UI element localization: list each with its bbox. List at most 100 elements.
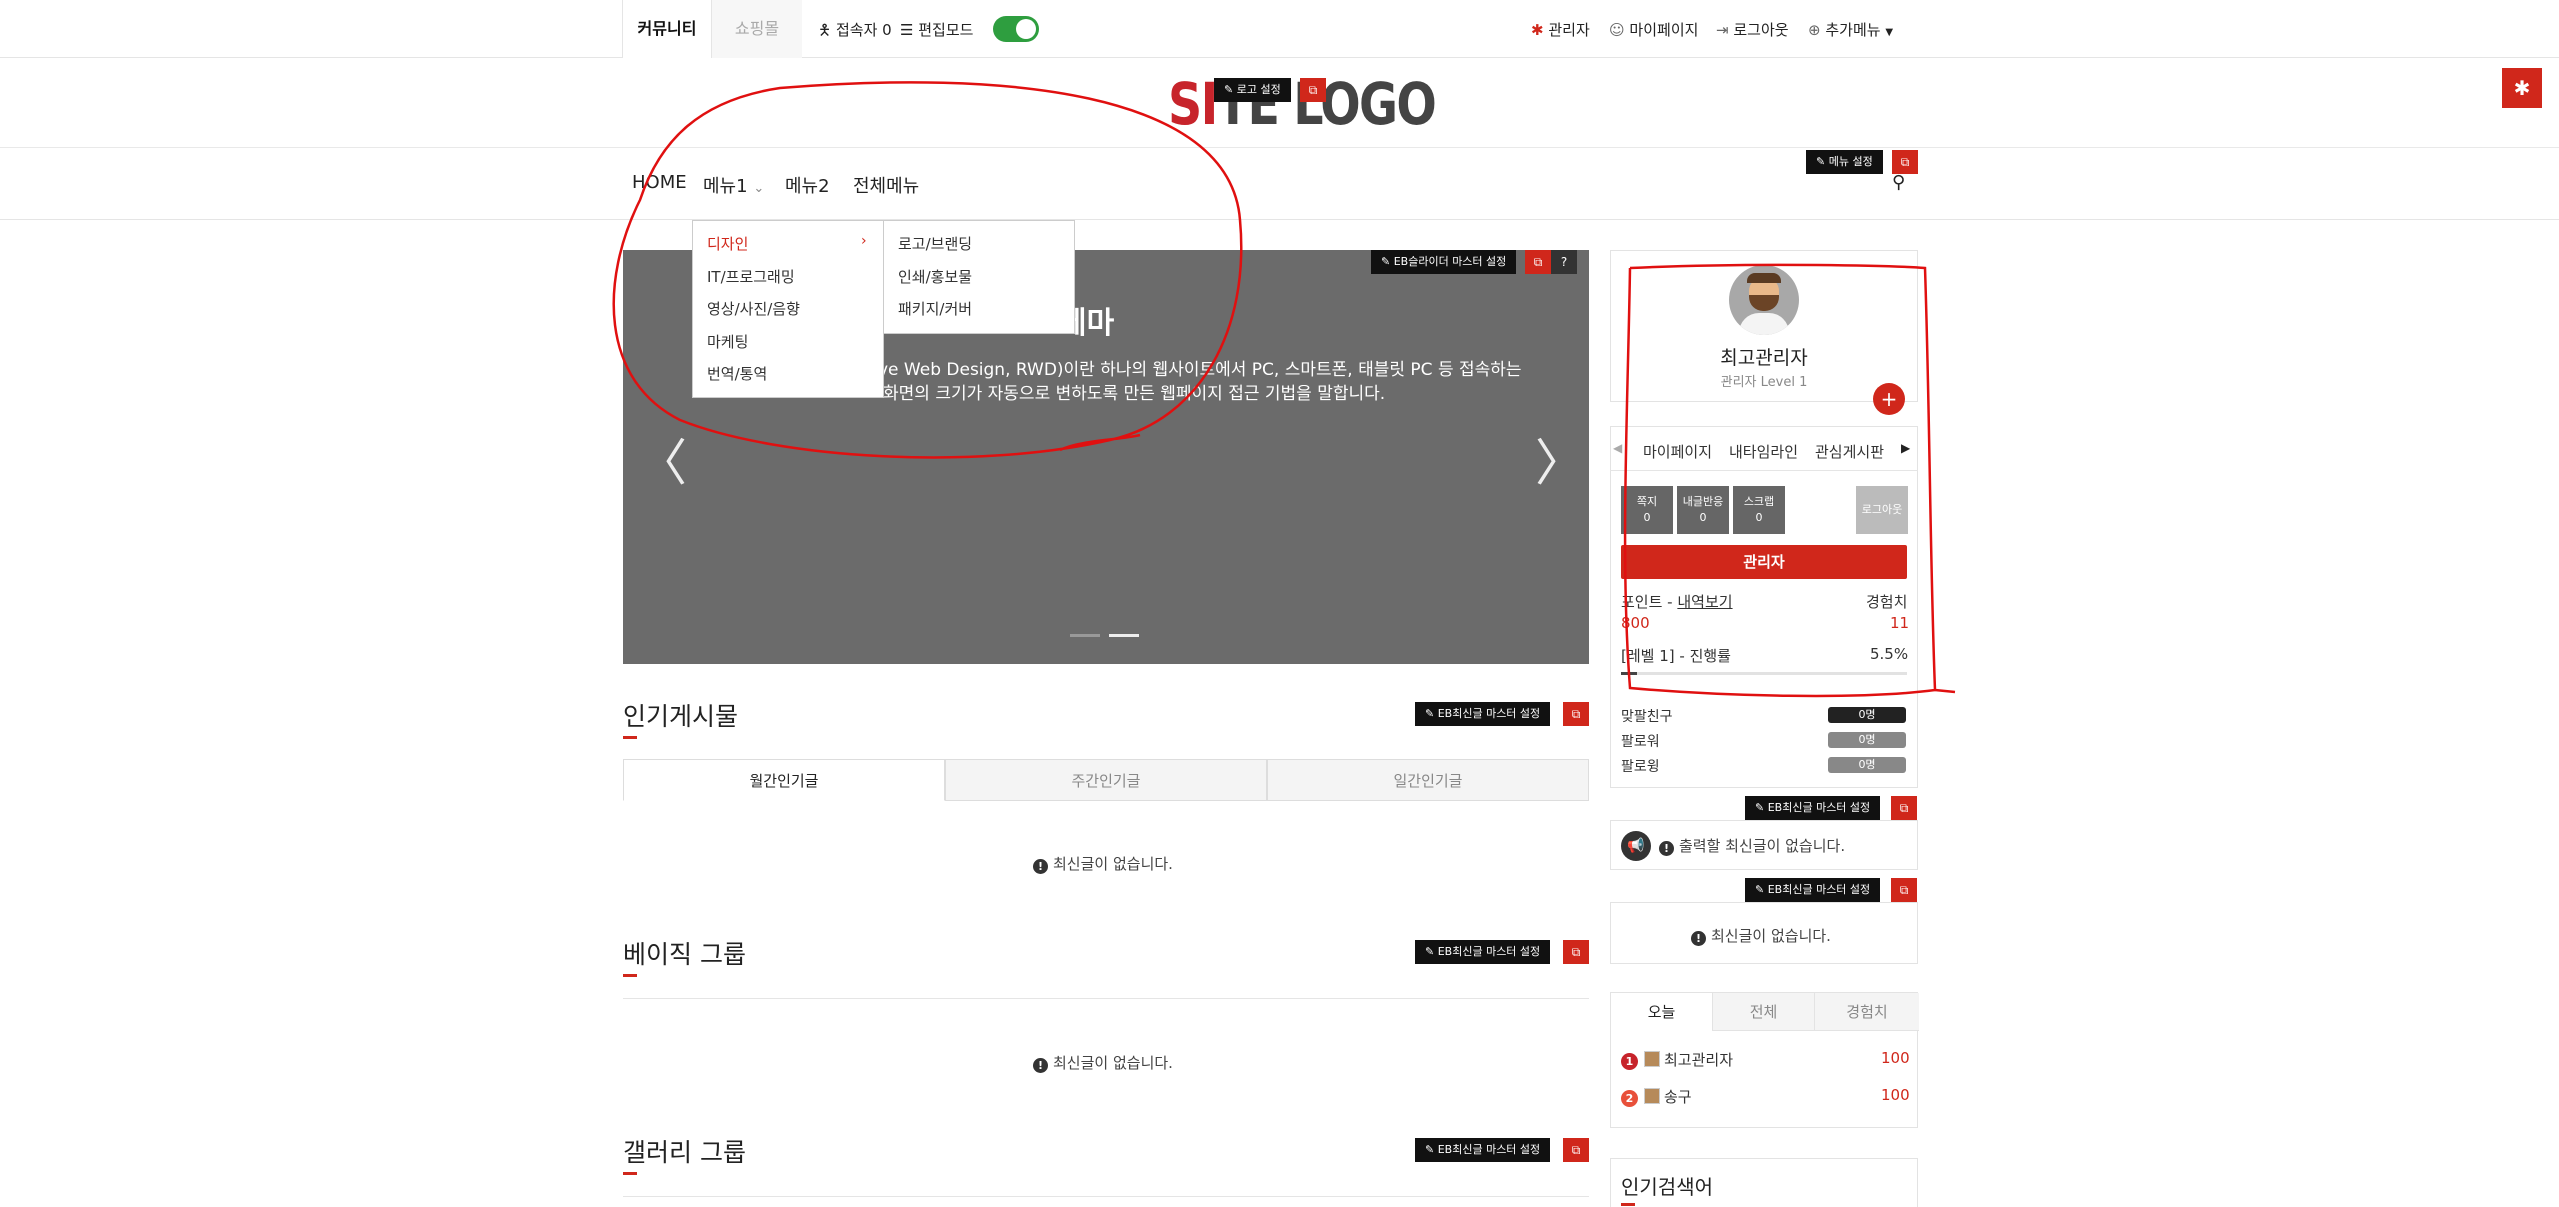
admin-link[interactable]: ✱ 관리자 xyxy=(1531,19,1590,40)
logout-button[interactable]: 로그아웃 xyxy=(1856,486,1908,534)
user-avatar-icon xyxy=(1644,1051,1660,1067)
chevron-right-icon: › xyxy=(861,233,867,249)
side-empty-message: ! 최신글이 없습니다. xyxy=(1691,925,1831,946)
submenu-item-package[interactable]: 패키지/커버 xyxy=(898,298,972,319)
menu1-dropdown: 디자인 › IT/프로그래밍 영상/사진/음향 마케팅 번역/통역 xyxy=(692,220,884,398)
help-icon[interactable]: ? xyxy=(1551,250,1577,274)
slider-next-arrow[interactable]: 〉 xyxy=(1535,438,1585,488)
mypage-link[interactable]: ☺ 마이페이지 xyxy=(1609,19,1698,40)
sliders-icon: ☰ xyxy=(900,21,914,39)
chevron-down-icon: ⌄ xyxy=(753,181,765,196)
search-icon[interactable]: ⚲ xyxy=(1892,172,1905,193)
rank-tab-today[interactable]: 오늘 xyxy=(1611,993,1713,1031)
external-link-icon[interactable]: ⧉ xyxy=(1563,1138,1589,1162)
more-menu[interactable]: ⊕ 추가메뉴 ▼ xyxy=(1808,19,1893,40)
profile-tab-timeline[interactable]: 내타임라인 xyxy=(1729,441,1798,462)
caret-left-icon[interactable]: ◀ xyxy=(1613,441,1622,455)
progress-bar-fill xyxy=(1621,672,1637,675)
dropdown-item-it[interactable]: IT/프로그래밍 xyxy=(707,266,795,287)
stat-reaction[interactable]: 내글반응 0 xyxy=(1677,486,1729,534)
logo-text-end: OGO xyxy=(1320,70,1437,138)
settings-gear-button[interactable]: ✱ xyxy=(2502,68,2542,108)
dropdown-item-translation[interactable]: 번역/통역 xyxy=(707,363,767,384)
popular-search-box: 인기검색어 xyxy=(1610,1158,1918,1207)
external-link-icon[interactable]: ⧉ xyxy=(1525,250,1551,274)
admin-button[interactable]: 관리자 xyxy=(1621,545,1907,579)
slider-setting-button[interactable]: ✎ EB슬라이더 마스터 설정 xyxy=(1371,250,1517,274)
user-avatar-icon xyxy=(1644,1088,1660,1104)
following-count: 0명 xyxy=(1828,757,1906,773)
tab-community[interactable]: 커뮤니티 xyxy=(622,0,712,58)
nav-menu2[interactable]: 메뉴2 xyxy=(785,172,830,198)
rank-badge: 2 xyxy=(1621,1090,1638,1107)
section-accent-bar xyxy=(623,1172,637,1175)
popular-posts-title: 인기게시물 xyxy=(623,702,739,731)
tab-shop[interactable]: 쇼핑몰 xyxy=(712,0,802,58)
stat-message[interactable]: 쪽지 0 xyxy=(1621,486,1673,534)
avatar[interactable] xyxy=(1729,265,1799,335)
logo-setting-button[interactable]: ✎ 로고 설정 xyxy=(1214,78,1291,102)
stat-label: 쪽지 xyxy=(1636,495,1658,508)
menu-setting-button[interactable]: ✎ 메뉴 설정 xyxy=(1806,150,1883,174)
latest-setting-button[interactable]: ✎ EB최신글 마스터 설정 xyxy=(1745,796,1881,820)
submenu-item-print[interactable]: 인쇄/홍보물 xyxy=(898,266,972,287)
latest-setting-button[interactable]: ✎ EB최신글 마스터 설정 xyxy=(1415,940,1551,964)
external-link-icon[interactable]: ⧉ xyxy=(1563,940,1589,964)
notice-empty-message: ! 출력할 최신글이 없습니다. xyxy=(1659,835,1845,856)
rank-row[interactable]: 2 송구 xyxy=(1621,1086,1692,1107)
toggle-knob xyxy=(1016,19,1036,39)
latest-setting-button[interactable]: ✎ EB최신글 마스터 설정 xyxy=(1415,702,1551,726)
visitor-count[interactable]: 🯅 접속자 0 xyxy=(818,19,892,45)
mypage-link-label: 마이페이지 xyxy=(1629,21,1699,39)
rank-tab-exp[interactable]: 경험치 xyxy=(1815,993,1919,1031)
rank-row[interactable]: 1 최고관리자 xyxy=(1621,1049,1733,1070)
submenu-item-logo[interactable]: 로고/브랜딩 xyxy=(898,233,972,254)
edit-mode-label: 편집모드 xyxy=(918,21,974,39)
tab-daily[interactable]: 일간인기글 xyxy=(1267,759,1589,801)
edit-mode-toggle[interactable] xyxy=(993,16,1039,42)
top-bar: 커뮤니티 쇼핑몰 🯅 접속자 0 ☰ 편집모드 ✱ 관리자 ☺ 마이페이지 ⇥ … xyxy=(0,0,2559,58)
latest-setting-button[interactable]: ✎ EB최신글 마스터 설정 xyxy=(1415,1138,1551,1162)
slider-prev-arrow[interactable]: 〈 xyxy=(637,438,687,488)
stat-label: 내글반응 xyxy=(1682,495,1724,508)
dropdown-item-design[interactable]: 디자인 xyxy=(707,233,748,254)
slider-dot[interactable] xyxy=(1070,634,1100,637)
followers-count: 0명 xyxy=(1828,732,1906,748)
admin-link-label: 관리자 xyxy=(1548,21,1590,39)
latest-setting-label: EB최신글 마스터 설정 xyxy=(1767,883,1871,896)
external-link-icon[interactable]: ⧉ xyxy=(1563,702,1589,726)
external-link-icon[interactable]: ⧉ xyxy=(1891,796,1917,820)
logo-text-red: SI xyxy=(1168,70,1218,138)
tab-weekly[interactable]: 주간인기글 xyxy=(945,759,1267,801)
caret-right-icon[interactable]: ▶ xyxy=(1901,441,1910,455)
tab-monthly[interactable]: 월간인기글 xyxy=(623,759,945,801)
info-icon: ! xyxy=(1033,859,1048,874)
dropdown-item-media[interactable]: 영상/사진/음향 xyxy=(707,298,800,319)
nav-menu1[interactable]: 메뉴1 ⌄ xyxy=(703,172,764,198)
stat-scrap[interactable]: 스크랩 0 xyxy=(1733,486,1785,534)
plus-button[interactable]: + xyxy=(1873,383,1905,415)
visitor-count-label: 접속자 0 xyxy=(835,21,892,39)
nav-all-menu[interactable]: 전체메뉴 xyxy=(853,172,919,198)
rank-tab-all[interactable]: 전체 xyxy=(1713,993,1815,1031)
latest-setting-button[interactable]: ✎ EB최신글 마스터 설정 xyxy=(1745,878,1881,902)
point-history-link[interactable]: 내역보기 xyxy=(1677,593,1732,611)
latest-setting-label: EB최신글 마스터 설정 xyxy=(1437,945,1541,958)
section-accent-bar xyxy=(1621,1203,1635,1206)
slider-setting-label: EB슬라이더 마스터 설정 xyxy=(1393,255,1507,268)
profile-tab-interest[interactable]: 관심게시판 xyxy=(1815,441,1884,462)
gear-icon: ✱ xyxy=(1531,21,1544,39)
popular-tabs: 월간인기글 주간인기글 일간인기글 xyxy=(623,759,1589,801)
sign-out-icon: ⇥ xyxy=(1716,21,1729,39)
basic-empty-message: ! 최신글이 없습니다. xyxy=(1033,1052,1173,1073)
point-label-text: 포인트 - xyxy=(1621,593,1678,611)
profile-tab-mypage[interactable]: 마이페이지 xyxy=(1643,441,1712,462)
slider-dot-active[interactable] xyxy=(1109,634,1139,637)
external-link-icon[interactable]: ⧉ xyxy=(1891,878,1917,902)
external-link-icon[interactable]: ⧉ xyxy=(1892,150,1918,174)
external-link-icon[interactable]: ⧉ xyxy=(1300,78,1326,102)
rank-badge: 1 xyxy=(1621,1053,1638,1070)
nav-home[interactable]: HOME xyxy=(632,172,687,193)
logout-link[interactable]: ⇥ 로그아웃 xyxy=(1716,19,1789,40)
dropdown-item-marketing[interactable]: 마케팅 xyxy=(707,331,748,352)
